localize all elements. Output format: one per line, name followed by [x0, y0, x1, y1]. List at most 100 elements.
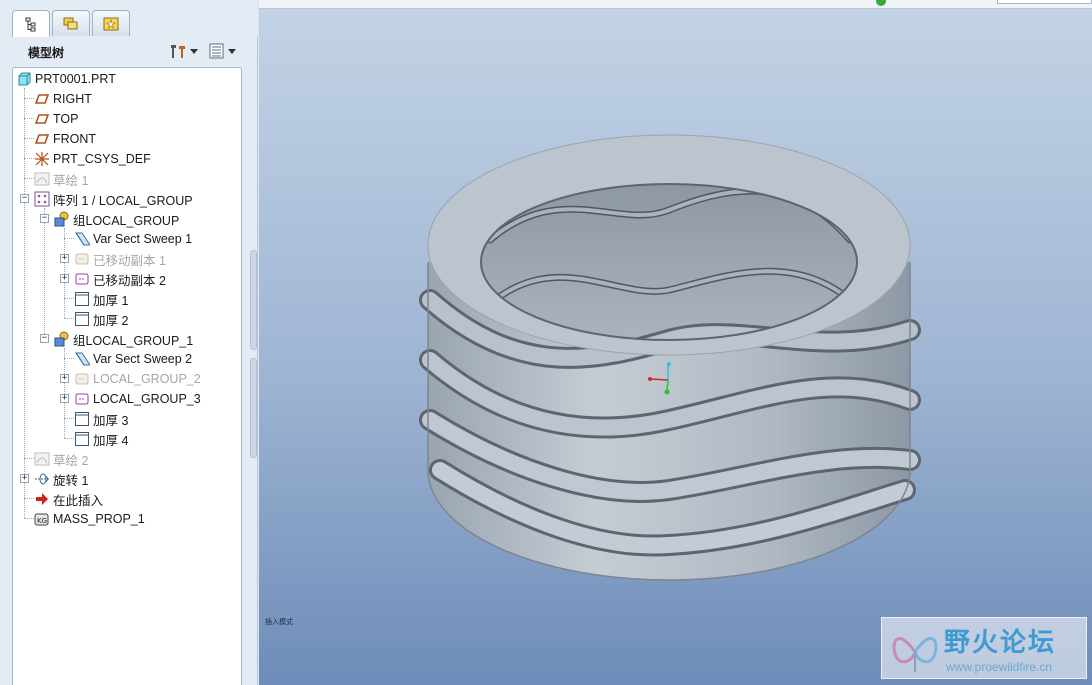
tree-connector-line — [24, 458, 34, 459]
tree-item-sketch-2[interactable]: 草绘 2 — [34, 449, 88, 469]
thicken-icon — [74, 411, 90, 427]
tree-item-datum-front[interactable]: FRONT — [34, 129, 96, 149]
panel-splitter[interactable] — [250, 250, 258, 458]
tree-connector-line — [64, 418, 74, 419]
model-tree: − − + + − + + + PRT0001.PRT RIGHT TOP FR… — [12, 67, 242, 685]
expand-toggle[interactable]: + — [60, 254, 69, 263]
tree-item-label: 加厚 1 — [93, 293, 129, 308]
pattern-icon — [34, 191, 50, 207]
tree-item-group-local-group[interactable]: 组LOCAL_GROUP — [54, 209, 179, 229]
tree-item-label: 加厚 4 — [93, 433, 129, 448]
splitter-grip-lower[interactable] — [250, 358, 257, 458]
tree-item-var-sect-sweep-2[interactable]: Var Sect Sweep 2 — [74, 349, 192, 369]
collapse-toggle[interactable]: − — [40, 214, 49, 223]
moved-copy-icon — [74, 271, 90, 287]
tree-connector-line — [64, 298, 74, 299]
watermark-title: 野火论坛 — [944, 628, 1057, 658]
butterfly-logo-icon — [892, 637, 938, 672]
tree-item-part[interactable]: PRT0001.PRT — [16, 69, 116, 89]
moved-copy-icon — [74, 251, 90, 267]
panel-header: 模型树 — [8, 36, 250, 66]
tree-item-insert-here[interactable]: 在此插入 — [34, 489, 103, 509]
navigator-tab-strip — [0, 0, 258, 37]
tree-connector-line — [44, 208, 45, 338]
tree-connector-line — [64, 438, 74, 439]
list-view-icon — [209, 43, 224, 59]
sweep-icon — [74, 231, 90, 247]
tree-item-label: Var Sect Sweep 2 — [93, 352, 193, 366]
tree-item-sketch-1[interactable]: 草绘 1 — [34, 169, 88, 189]
tree-item-group-local-group-1[interactable]: 组LOCAL_GROUP_1 — [54, 329, 193, 349]
thicken-icon — [74, 311, 90, 327]
tree-item-var-sect-sweep-1[interactable]: Var Sect Sweep 1 — [74, 229, 192, 249]
tree-connector-line — [24, 158, 34, 159]
tree-item-label: 组LOCAL_GROUP — [73, 213, 180, 228]
expand-toggle[interactable]: + — [20, 474, 29, 483]
tree-item-thicken-3[interactable]: 加厚 3 — [74, 409, 128, 429]
analysis-icon: KG — [34, 511, 50, 527]
model-render — [419, 134, 921, 581]
moved-copy-icon — [74, 391, 90, 407]
tree-connector-line — [64, 358, 74, 359]
group-icon — [54, 211, 70, 227]
tree-item-thicken-1[interactable]: 加厚 1 — [74, 289, 128, 309]
filter-input[interactable] — [997, 0, 1092, 4]
tree-item-moved-copy-1[interactable]: 已移动副本 1 — [74, 249, 166, 269]
tree-connector-line — [24, 518, 34, 519]
tree-item-local-group-2[interactable]: LOCAL_GROUP_2 — [74, 369, 201, 389]
tree-item-label: 已移动副本 1 — [93, 253, 166, 268]
tree-item-label: Var Sect Sweep 1 — [93, 232, 193, 246]
tree-item-thicken-4[interactable]: 加厚 4 — [74, 429, 128, 449]
collapse-toggle[interactable]: − — [20, 194, 29, 203]
tree-item-revolve-1[interactable]: 旋转 1 — [34, 469, 88, 489]
tree-item-pattern-1[interactable]: 阵列 1 / LOCAL_GROUP — [34, 189, 193, 209]
tree-item-mass-prop-1[interactable]: KG MASS_PROP_1 — [34, 509, 145, 529]
tab-layers[interactable] — [52, 10, 90, 36]
tree-item-label: PRT0001.PRT — [35, 72, 116, 86]
expand-toggle[interactable]: + — [60, 394, 69, 403]
graphics-viewport[interactable]: 插入模式 — [259, 9, 1092, 685]
tree-item-thicken-2[interactable]: 加厚 2 — [74, 309, 128, 329]
tree-item-label: PRT_CSYS_DEF — [53, 152, 151, 166]
insert-here-icon — [34, 491, 50, 507]
tree-item-label: 加厚 3 — [93, 413, 129, 428]
tree-item-datum-top[interactable]: TOP — [34, 109, 78, 129]
tab-model-tree[interactable] — [12, 10, 50, 37]
top-toolbar-strip — [259, 0, 1092, 9]
tree-item-label: 在此插入 — [53, 493, 104, 508]
tree-connector-line — [24, 88, 25, 518]
thicken-icon — [74, 291, 90, 307]
favorites-icon — [103, 17, 119, 30]
tree-item-moved-copy-2[interactable]: 已移动副本 2 — [74, 269, 166, 289]
tree-item-label: 组LOCAL_GROUP_1 — [73, 333, 194, 348]
tab-favorites[interactable] — [92, 10, 130, 36]
tree-item-label: 旋转 1 — [53, 473, 89, 488]
datum-plane-icon — [34, 111, 50, 127]
tree-item-local-group-3[interactable]: LOCAL_GROUP_3 — [74, 389, 201, 409]
tree-item-label: MASS_PROP_1 — [53, 512, 145, 526]
sweep-icon — [74, 351, 90, 367]
tree-item-csys[interactable]: PRT_CSYS_DEF — [34, 149, 151, 169]
tree-connector-line — [64, 238, 74, 239]
show-dropdown-button[interactable] — [208, 41, 236, 61]
tree-connector-line — [24, 498, 34, 499]
chevron-down-icon — [190, 48, 198, 54]
datum-plane-icon — [34, 131, 50, 147]
splitter-grip-upper[interactable] — [250, 250, 257, 350]
csys-icon — [34, 151, 50, 167]
panel-title: 模型树 — [28, 46, 65, 60]
part-icon — [16, 71, 32, 87]
tree-connector-line — [24, 178, 34, 179]
tree-connector-line — [24, 98, 34, 99]
tree-item-label: 草绘 2 — [53, 453, 89, 468]
tree-item-label: LOCAL_GROUP_2 — [93, 372, 201, 386]
settings-dropdown-button[interactable] — [168, 41, 198, 61]
thicken-icon — [74, 431, 90, 447]
svg-text:KG: KG — [37, 517, 47, 525]
expand-toggle[interactable]: + — [60, 274, 69, 283]
tree-item-datum-right[interactable]: RIGHT — [34, 89, 92, 109]
collapse-toggle[interactable]: − — [40, 334, 49, 343]
expand-toggle[interactable]: + — [60, 374, 69, 383]
tree-item-label: LOCAL_GROUP_3 — [93, 392, 201, 406]
navigator-panel: 模型树 − − + + − + + + PRT0001.PRT RIGHT TO… — [0, 0, 258, 685]
